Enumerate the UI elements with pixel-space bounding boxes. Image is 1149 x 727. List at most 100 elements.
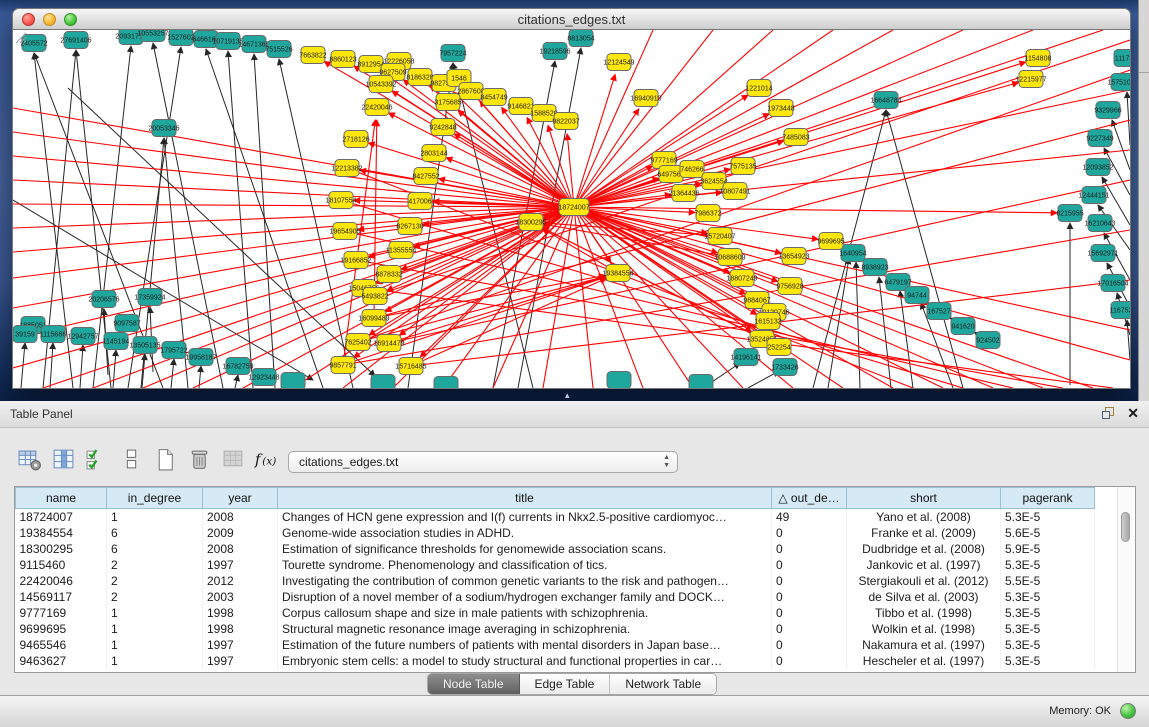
- table-row[interactable]: 2242004622012Investigating the contribut…: [16, 573, 1095, 589]
- row-height-button[interactable]: [118, 447, 145, 474]
- graph-node[interactable]: 20206576: [88, 291, 119, 308]
- graph-node[interactable]: 1733426: [771, 359, 798, 376]
- table-mode-button[interactable]: [16, 447, 43, 474]
- graph-node[interactable]: 20053346: [148, 120, 179, 137]
- graph-node[interactable]: 7986372: [694, 205, 721, 222]
- graph-node[interactable]: 1973448: [767, 100, 794, 117]
- graph-node[interactable]: 11355554: [386, 242, 417, 259]
- float-window-icon[interactable]: [1101, 406, 1115, 420]
- import-table-button[interactable]: [220, 447, 247, 474]
- table-row[interactable]: 1938455462009Genome-wide association stu…: [16, 525, 1095, 541]
- graph-node[interactable]: 9756928: [776, 278, 803, 295]
- graph-node[interactable]: 8878332: [375, 266, 402, 283]
- graph-node[interactable]: 16099489: [358, 310, 389, 327]
- window-close-button[interactable]: [22, 13, 35, 26]
- graph-node[interactable]: 19384554: [602, 265, 633, 282]
- delete-column-button[interactable]: [186, 447, 213, 474]
- graph-node[interactable]: 18300295: [515, 214, 546, 231]
- window-minimize-button[interactable]: [43, 13, 56, 26]
- window-zoom-button[interactable]: [64, 13, 77, 26]
- close-panel-icon[interactable]: ✕: [1127, 406, 1139, 420]
- graph-node[interactable]: 10543392: [365, 76, 396, 93]
- graph-node[interactable]: 12923448: [248, 369, 279, 386]
- graph-node[interactable]: 16210643: [1084, 215, 1115, 232]
- graph-node[interactable]: 18724007: [558, 199, 589, 216]
- graph-node[interactable]: 7515526: [265, 41, 292, 58]
- network-table-selector[interactable]: citations_edges.txt ▲▼: [288, 451, 678, 473]
- graph-node[interactable]: 17359924: [134, 289, 165, 306]
- graph-node[interactable]: 8813054: [567, 30, 594, 47]
- graph-node[interactable]: 7957224: [439, 45, 466, 62]
- graph-node[interactable]: 18107554: [325, 192, 356, 209]
- table-row[interactable]: 946362711997Embryonic stem cells: a mode…: [16, 653, 1095, 669]
- column-header-pagerank[interactable]: pagerank: [1001, 488, 1095, 509]
- tab-node-table[interactable]: Node Table: [428, 674, 520, 694]
- graph-node[interactable]: 13505135: [129, 337, 160, 354]
- graph-node[interactable]: 10688609: [714, 249, 745, 266]
- graph-node[interactable]: 1154808: [1025, 50, 1052, 67]
- graph-node[interactable]: 1145194: [103, 333, 130, 350]
- graph-node[interactable]: 12213382: [331, 160, 362, 177]
- graph-node[interactable]: 94744: [905, 287, 929, 304]
- graph-node[interactable]: 2803144: [420, 145, 447, 162]
- graph-node[interactable]: 12124549: [603, 54, 634, 71]
- graph-node[interactable]: [689, 375, 713, 389]
- graph-node[interactable]: 12444151: [1078, 187, 1109, 204]
- graph-node[interactable]: 14196141: [730, 349, 761, 366]
- graph-node[interactable]: 19166852: [340, 252, 371, 269]
- graph-node[interactable]: [281, 373, 305, 389]
- graph-node[interactable]: 7575135: [729, 158, 756, 175]
- graph-node[interactable]: 22420046: [361, 99, 392, 116]
- table-row[interactable]: 946554611997Estimation of the future num…: [16, 637, 1095, 653]
- table-row[interactable]: 1830029562008Estimation of significance …: [16, 541, 1095, 557]
- graph-node[interactable]: 19654905: [329, 223, 360, 240]
- graph-node[interactable]: 8860123: [329, 51, 356, 68]
- graph-node[interactable]: 1795722: [160, 342, 187, 359]
- select-rows-button[interactable]: [84, 447, 111, 474]
- graph-node[interactable]: 16782759: [222, 358, 253, 375]
- tab-edge-table[interactable]: Edge Table: [520, 674, 611, 694]
- graph-node[interactable]: 27691406: [60, 32, 91, 49]
- table-row[interactable]: 1872400712008Changes of HCN gene express…: [16, 509, 1095, 526]
- graph-node[interactable]: 9097587: [113, 315, 140, 332]
- graph-node[interactable]: 15716485: [395, 358, 426, 375]
- graph-node[interactable]: 9242848: [429, 119, 456, 136]
- graph-node[interactable]: 417006: [408, 193, 432, 210]
- tab-network-table[interactable]: Network Table: [610, 674, 716, 694]
- graph-node[interactable]: 18807249: [726, 270, 757, 287]
- graph-node[interactable]: [371, 375, 395, 389]
- graph-node[interactable]: 13654923: [778, 248, 809, 265]
- graph-node[interactable]: 12093852: [1082, 159, 1113, 176]
- graph-node[interactable]: 19958187: [185, 349, 216, 366]
- graph-node[interactable]: 924502: [976, 332, 1000, 349]
- column-visibility-button[interactable]: [50, 447, 77, 474]
- graph-node[interactable]: 9857791: [329, 357, 356, 374]
- column-header-in_degree[interactable]: in_degree: [107, 488, 203, 509]
- graph-node[interactable]: [434, 377, 458, 389]
- table-row[interactable]: 977716911998Corpus callosum shape and si…: [16, 605, 1095, 621]
- graph-node[interactable]: 3175685: [434, 94, 461, 111]
- graph-node[interactable]: 746266: [680, 161, 704, 178]
- column-header-short[interactable]: short: [847, 488, 1001, 509]
- network-canvas-svg[interactable]: 2405572276914062093171910553257152760264…: [13, 30, 1130, 388]
- graph-node[interactable]: 1527602: [167, 30, 194, 46]
- graph-node[interactable]: 9699695: [817, 233, 844, 250]
- graph-node[interactable]: 1615132: [754, 313, 781, 330]
- create-column-button[interactable]: [152, 447, 179, 474]
- graph-node[interactable]: 1221014: [745, 80, 772, 97]
- graph-node[interactable]: 15692971: [1087, 245, 1118, 262]
- graph-node[interactable]: 7485083: [782, 129, 809, 146]
- graph-node[interactable]: 16914479: [373, 335, 404, 352]
- graph-node[interactable]: 19218596: [539, 43, 570, 60]
- graph-node[interactable]: 10807491: [719, 183, 750, 200]
- graph-node[interactable]: 17016504: [1097, 275, 1128, 292]
- graph-node[interactable]: 1115686: [40, 326, 66, 343]
- table-row[interactable]: 969969511998Structural magnetic resonanc…: [16, 621, 1095, 637]
- network-canvas[interactable]: 2405572276914062093171910553257152760264…: [12, 30, 1131, 389]
- graph-node[interactable]: 1640954: [839, 245, 866, 262]
- graph-node[interactable]: 1167530: [1110, 302, 1130, 319]
- graph-node[interactable]: 15720407: [704, 228, 735, 245]
- graph-node[interactable]: 39159: [13, 326, 37, 343]
- graph-node[interactable]: 16648784: [870, 92, 901, 109]
- graph-node[interactable]: 12942757: [67, 328, 98, 345]
